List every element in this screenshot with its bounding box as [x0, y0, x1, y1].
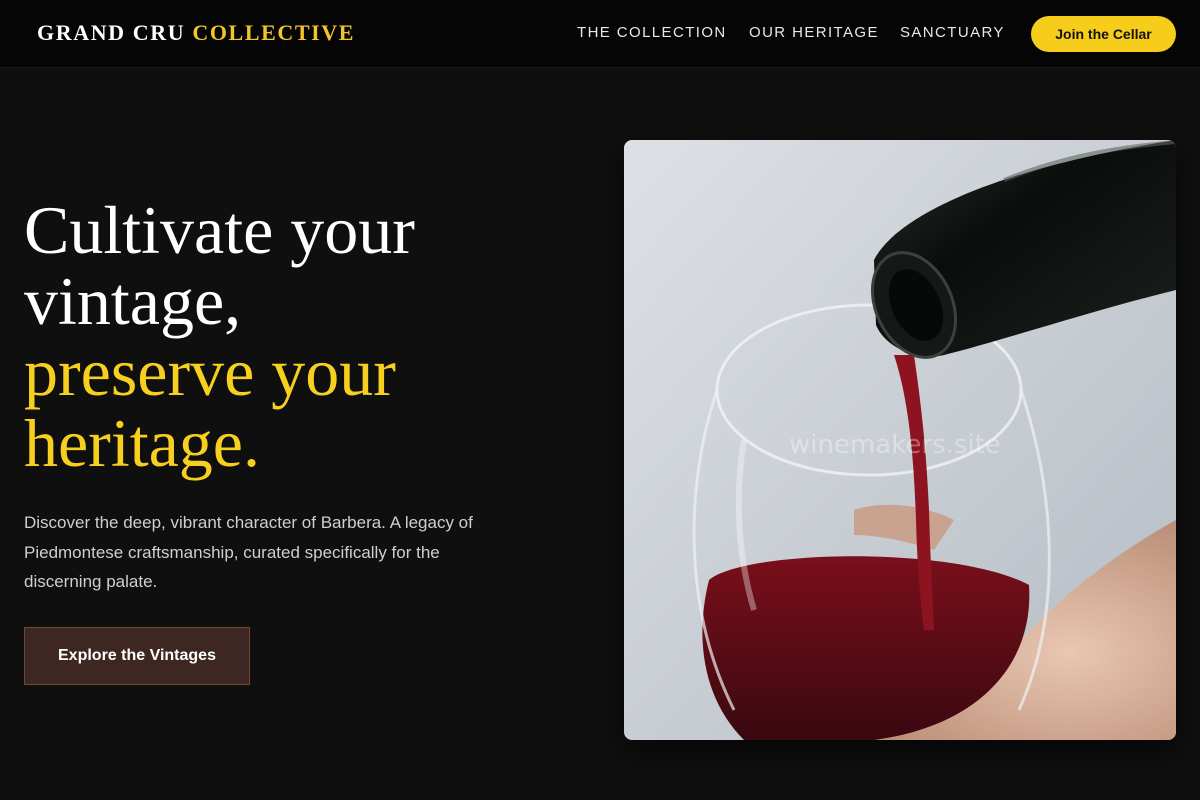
explore-vintages-button[interactable]: Explore the Vintages	[24, 627, 250, 685]
brand-name-primary: GRAND CRU	[37, 20, 186, 45]
nav-link-sanctuary[interactable]: SANCTUARY	[900, 24, 1005, 41]
join-cellar-button[interactable]: Join the Cellar	[1031, 16, 1176, 52]
image-watermark: winemakers.site	[789, 430, 1001, 460]
hero-image-wine-pour: winemakers.site	[624, 140, 1176, 740]
hero-title-line-4: heritage.	[24, 405, 260, 481]
hero-title-line-1: Cultivate your	[24, 192, 415, 268]
brand-name-accent: COLLECTIVE	[192, 20, 356, 45]
hero-title-line-3: preserve your	[24, 334, 396, 410]
hero-title-line-2: vintage,	[24, 263, 242, 339]
nav-link-heritage[interactable]: OUR HERITAGE	[749, 24, 879, 41]
hero-description: Discover the deep, vibrant character of …	[24, 513, 473, 591]
nav-link-collection[interactable]: THE COLLECTION	[577, 24, 727, 41]
hero-title: Cultivate your vintage, preserve your he…	[24, 195, 544, 479]
brand-logo[interactable]: GRAND CRU COLLECTIVE	[37, 20, 355, 46]
top-navigation-bar: GRAND CRU COLLECTIVE THE COLLECTION OUR …	[0, 0, 1200, 68]
